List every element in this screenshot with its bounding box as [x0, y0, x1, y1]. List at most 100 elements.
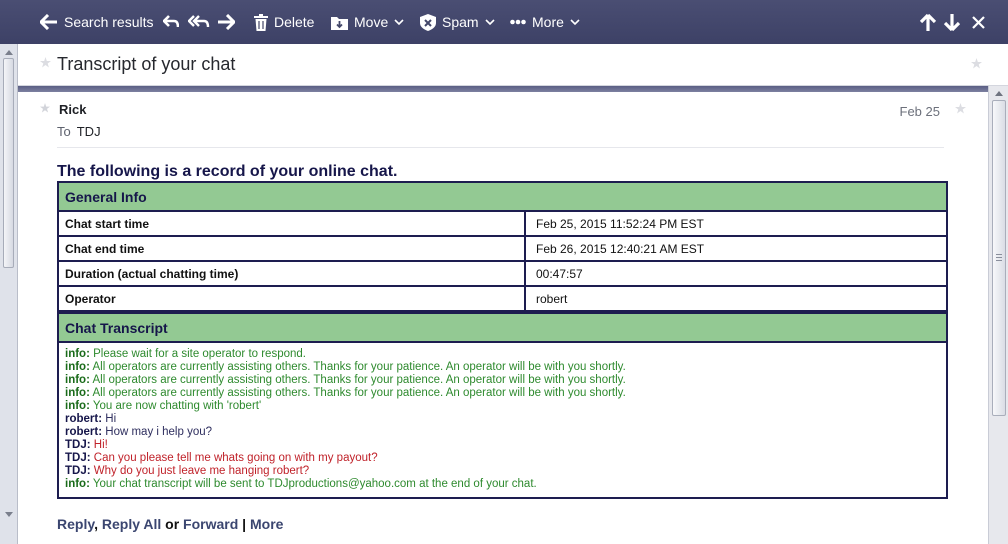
left-scrollbar[interactable]	[0, 44, 18, 544]
speaker: info:	[65, 387, 90, 399]
speaker: robert:	[65, 413, 103, 425]
star-icon[interactable]	[40, 103, 50, 113]
arrow-down-icon	[944, 13, 960, 31]
reply-all-link[interactable]: Reply All	[102, 516, 161, 532]
message-scrollbar[interactable]	[988, 86, 1008, 544]
speaker: info:	[65, 348, 90, 360]
chat-record-table: General Info Chat start time Feb 25, 201…	[57, 181, 948, 499]
transcript-line: info: Please wait for a site operator to…	[65, 348, 940, 361]
speaker: info:	[65, 374, 90, 386]
arrow-up-icon	[920, 13, 936, 31]
speaker: info:	[65, 361, 90, 373]
delete-button[interactable]: Delete	[254, 0, 314, 44]
message-text: Can you please tell me whats going on wi…	[93, 452, 378, 464]
message-scrollbar-thumb[interactable]	[992, 100, 1006, 416]
table-row: Duration (actual chatting time) 00:47:57	[57, 260, 948, 287]
reply-link[interactable]: Reply	[57, 516, 94, 532]
more-label: More	[532, 14, 564, 30]
row-label: Operator	[57, 285, 526, 312]
close-icon	[972, 15, 985, 29]
table-row: Chat start time Feb 25, 2015 11:52:24 PM…	[57, 210, 948, 237]
to-label: To	[57, 124, 71, 139]
reply-actions: Reply, Reply All or Forward | More	[57, 516, 283, 532]
transcript-line: info: Your chat transcript will be sent …	[65, 478, 940, 491]
message-text: Why do you just leave me hanging robert?	[93, 465, 310, 477]
chevron-down-icon	[570, 19, 580, 26]
forward-icon	[218, 14, 235, 30]
or-text: or	[165, 516, 180, 532]
move-menu[interactable]: Move	[331, 0, 404, 44]
back-arrow-icon	[40, 14, 57, 30]
back-to-search-button[interactable]: Search results	[40, 0, 153, 44]
reply-all-icon	[188, 15, 210, 28]
transcript-line: robert: Hi	[65, 413, 940, 426]
row-value: Feb 26, 2015 12:40:21 AM EST	[524, 235, 948, 262]
recipient-name[interactable]: TDJ	[77, 124, 101, 139]
speaker: info:	[65, 478, 90, 490]
more-menu[interactable]: More	[510, 0, 580, 44]
transcript-line: info: You are now chatting with 'robert'	[65, 400, 940, 413]
reply-all-button[interactable]	[188, 0, 210, 44]
trash-icon	[254, 13, 268, 31]
header-divider	[57, 147, 944, 148]
row-value: Feb 25, 2015 11:52:24 PM EST	[524, 210, 948, 237]
message-text: How may i help you?	[105, 426, 213, 438]
speaker: robert:	[65, 426, 103, 438]
message-text: Please wait for a site operator to respo…	[93, 348, 306, 360]
left-scrollbar-thumb[interactable]	[3, 58, 14, 268]
delete-label: Delete	[274, 14, 315, 30]
message-text: Hi!	[93, 439, 108, 451]
message-text: All operators are currently assisting ot…	[92, 387, 626, 399]
chat-transcript: info: Please wait for a site operator to…	[57, 341, 948, 499]
spam-shield-icon	[420, 13, 436, 31]
star-icon[interactable]	[971, 58, 982, 69]
sender-name[interactable]: Rick	[59, 102, 86, 117]
more-link[interactable]: More	[250, 516, 283, 532]
chevron-down-icon	[394, 19, 404, 26]
row-label: Chat end time	[57, 235, 526, 262]
previous-message-button[interactable]	[920, 0, 936, 44]
table-row: Operator robert	[57, 285, 948, 312]
message-text: You are now chatting with 'robert'	[92, 400, 262, 412]
close-message-button[interactable]	[972, 0, 985, 44]
record-heading: The following is a record of your online…	[57, 163, 398, 180]
move-label: Move	[354, 14, 389, 30]
transcript-line: info: All operators are currently assist…	[65, 387, 940, 400]
spam-menu[interactable]: Spam	[420, 0, 495, 44]
message-card: Rick To TDJ Feb 25 The following is a rec…	[18, 92, 988, 544]
comma-separator: ,	[94, 516, 98, 532]
transcript-line: info: All operators are currently assist…	[65, 361, 940, 374]
subject-bar: Transcript of your chat	[18, 44, 1008, 86]
row-value: 00:47:57	[524, 260, 948, 287]
transcript-line: TDJ: Why do you just leave me hanging ro…	[65, 465, 940, 478]
scroll-up-arrow-icon[interactable]	[992, 87, 1006, 99]
row-value: robert	[524, 285, 948, 312]
message-text: Your chat transcript will be sent to TDJ…	[92, 478, 537, 490]
subject-title: Transcript of your chat	[57, 54, 236, 74]
scroll-up-arrow-icon[interactable]	[2, 46, 16, 58]
star-icon[interactable]	[40, 57, 51, 68]
more-dots-icon	[510, 19, 526, 25]
star-icon[interactable]	[955, 103, 966, 114]
speaker: TDJ:	[65, 452, 91, 464]
pipe-separator: |	[242, 516, 247, 532]
transcript-line: TDJ: Hi!	[65, 439, 940, 452]
speaker: TDJ:	[65, 465, 91, 477]
forward-link[interactable]: Forward	[183, 516, 238, 532]
scroll-down-arrow-icon[interactable]	[2, 508, 16, 520]
speaker: info:	[65, 400, 90, 412]
transcript-line: TDJ: Can you please tell me whats going …	[65, 452, 940, 465]
message-date: Feb 25	[899, 104, 940, 119]
chevron-down-icon	[485, 19, 495, 26]
reply-button[interactable]	[163, 0, 179, 44]
transcript-line: info: All operators are currently assist…	[65, 374, 940, 387]
next-message-button[interactable]	[944, 0, 960, 44]
message-text: All operators are currently assisting ot…	[92, 374, 626, 386]
spam-label: Spam	[442, 14, 479, 30]
speaker: TDJ:	[65, 439, 91, 451]
row-label: Duration (actual chatting time)	[57, 260, 526, 287]
message-text: All operators are currently assisting ot…	[92, 361, 626, 373]
forward-button[interactable]	[217, 0, 235, 44]
back-label: Search results	[64, 14, 154, 30]
move-folder-icon	[331, 16, 348, 30]
